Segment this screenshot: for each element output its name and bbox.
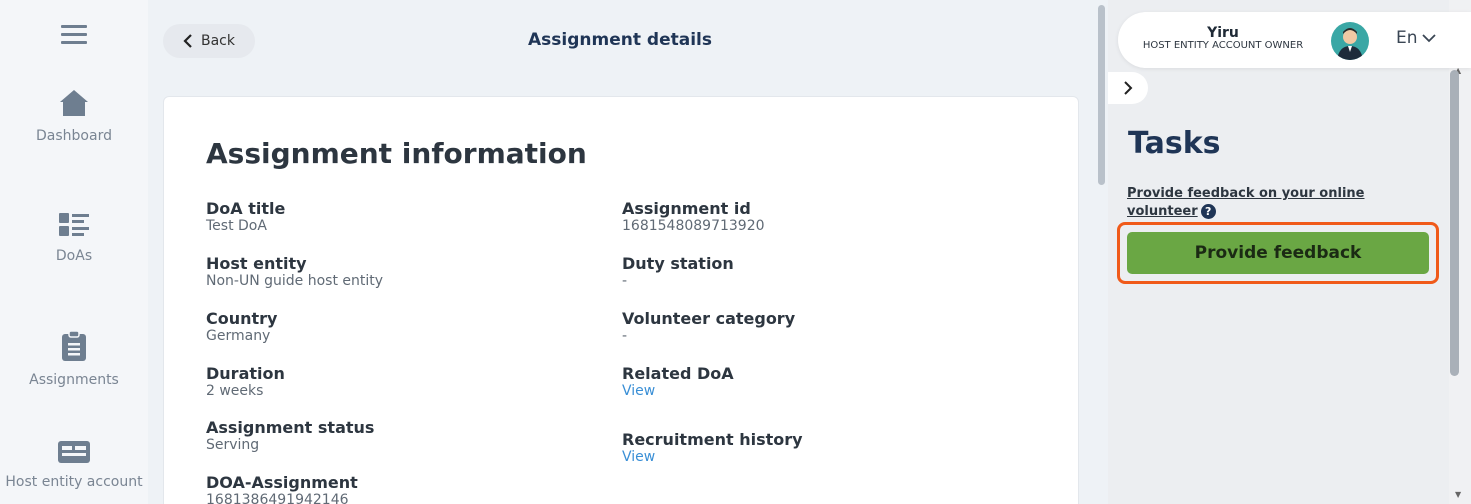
task-feedback-link[interactable]: Provide feedback on your online voluntee…	[1127, 185, 1417, 221]
nav-item-assignments[interactable]: Assignments	[0, 330, 148, 388]
field-doa-title: DoA title Test DoA	[206, 199, 285, 234]
assignment-info-card: Assignment information DoA title Test Do…	[163, 96, 1079, 504]
field-label: DoA title	[206, 199, 286, 218]
user-name: Yiru	[1207, 25, 1239, 41]
section-title: Assignment information	[206, 137, 587, 170]
nav-label-doas: DoAs	[55, 248, 93, 264]
side-nav: Dashboard DoAs Assignments Host entity a…	[0, 0, 148, 504]
related-doa-view-link[interactable]: View	[622, 383, 734, 399]
field-value: Serving	[206, 437, 260, 453]
field-volunteer-category: Volunteer category -	[622, 309, 795, 344]
nav-label-host-entity-account: Host entity account	[5, 474, 143, 490]
field-label: Assignment id	[622, 199, 751, 218]
chevron-right-icon	[1124, 81, 1133, 95]
page-title: Assignment details	[528, 30, 712, 50]
field-host-entity: Host entity Non-UN guide host entity	[206, 254, 383, 289]
hamburger-menu-icon[interactable]	[61, 25, 87, 45]
nav-label-dashboard: Dashboard	[36, 128, 112, 144]
nav-label-assignments: Assignments	[29, 372, 119, 388]
field-value: -	[622, 273, 628, 289]
field-value: Non-UN guide host entity	[206, 273, 384, 289]
clipboard-icon	[62, 330, 86, 361]
main-scrollbar[interactable]	[1098, 5, 1105, 185]
help-icon[interactable]: ?	[1200, 204, 1216, 219]
nav-item-host-entity-account[interactable]: Host entity account	[0, 440, 148, 490]
field-assignment-id: Assignment id 1681548089713920	[622, 199, 765, 234]
field-value: Test DoA	[206, 218, 267, 234]
task-text: Provide feedback on your online voluntee…	[1127, 186, 1365, 219]
field-label: Host entity	[206, 254, 307, 273]
chevron-left-icon	[183, 34, 192, 48]
field-recruitment-history: Recruitment history View	[622, 430, 803, 465]
provide-feedback-button[interactable]: Provide feedback	[1127, 232, 1429, 274]
field-duration: Duration 2 weeks	[206, 364, 285, 399]
nav-item-doas[interactable]: DoAs	[0, 212, 148, 264]
home-icon	[60, 90, 88, 116]
field-related-doa: Related DoA View	[622, 364, 734, 399]
field-country: Country Germany	[206, 309, 277, 344]
field-value: -	[622, 328, 628, 344]
field-value: 2 weeks	[206, 383, 264, 399]
field-label: Country	[206, 309, 278, 328]
nav-item-dashboard[interactable]: Dashboard	[0, 88, 148, 144]
field-label: Assignment status	[206, 418, 375, 437]
tasks-title: Tasks	[1128, 126, 1221, 161]
id-card-icon	[58, 441, 90, 463]
recruitment-history-view-link[interactable]: View	[622, 449, 803, 465]
chevron-down-icon	[1421, 34, 1436, 43]
field-label: Duration	[206, 364, 285, 383]
scroll-down-arrow-icon[interactable]: ▼	[1455, 490, 1461, 499]
field-label: Duty station	[622, 254, 734, 273]
language-selector[interactable]: En	[1396, 28, 1436, 48]
tasks-scrollbar[interactable]	[1450, 70, 1459, 376]
user-avatar-icon	[1337, 28, 1363, 60]
field-label: DOA-Assignment	[206, 473, 358, 492]
field-label: Recruitment history	[622, 430, 803, 449]
field-doa-assignment: DOA-Assignment 1681386491942146	[206, 473, 358, 504]
back-button[interactable]: Back	[163, 24, 255, 58]
user-role: HOST ENTITY ACCOUNT OWNER	[1142, 40, 1304, 51]
list-icon	[59, 213, 89, 236]
field-label: Volunteer category	[622, 309, 796, 328]
collapse-panel-button[interactable]	[1108, 72, 1148, 104]
field-value: 1681386491942146	[206, 492, 349, 504]
field-label: Related DoA	[622, 364, 734, 383]
field-value: 1681548089713920	[622, 218, 765, 234]
field-assignment-status: Assignment status Serving	[206, 418, 374, 453]
avatar[interactable]	[1331, 22, 1369, 60]
language-label: En	[1396, 28, 1418, 48]
back-button-label: Back	[201, 33, 235, 49]
field-value: Germany	[206, 328, 271, 344]
field-duty-station: Duty station -	[622, 254, 734, 289]
